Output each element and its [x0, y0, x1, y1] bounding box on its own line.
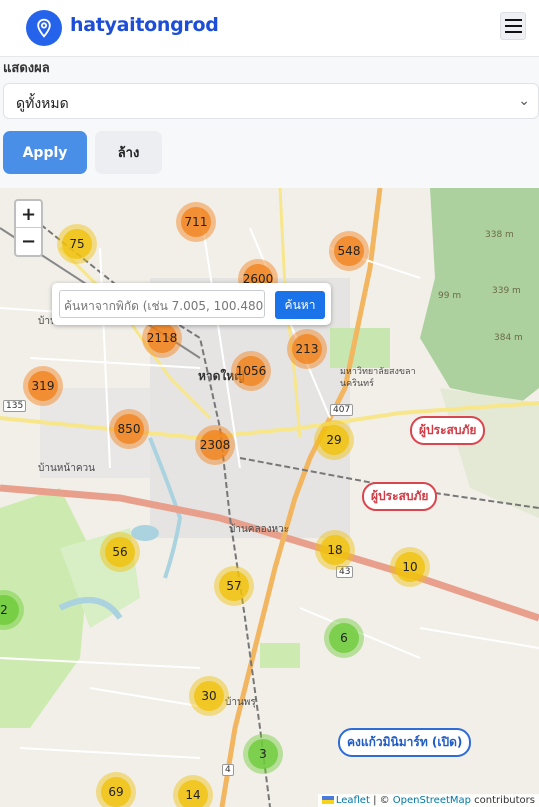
map-pin-icon[interactable] — [26, 10, 62, 46]
coordinate-search-input[interactable]: ค้นหาจากพิกัด (เช่น 7.005, 100.480) — [59, 290, 265, 318]
elevation-label: 339 m — [492, 286, 521, 296]
hamburger-menu-icon[interactable] — [500, 12, 526, 40]
cluster-count: 2118 — [147, 323, 177, 353]
elevation-label: 384 m — [494, 333, 523, 343]
marker-cluster[interactable]: 75 — [57, 224, 97, 264]
cluster-count: 14 — [178, 780, 208, 807]
cluster-count: 6 — [329, 623, 359, 653]
road-number-badge: 407 — [330, 404, 354, 416]
apply-button[interactable]: Apply — [3, 131, 87, 174]
attribution-suffix: contributors — [471, 795, 535, 806]
shop-marker[interactable]: คงแก้วมินิมาร์ท (เปิด) — [338, 728, 472, 757]
cluster-count: 10 — [395, 552, 425, 582]
zoom-in-button[interactable]: + — [16, 201, 41, 228]
marker-cluster[interactable]: 850 — [109, 409, 149, 449]
cluster-count: 69 — [101, 777, 131, 807]
map-label-ban-khlong-hae: บ้านคลองหวะ — [229, 524, 290, 535]
attribution-separator: | © — [369, 795, 393, 806]
marker-cluster[interactable]: 18 — [315, 530, 355, 570]
marker-cluster[interactable]: 69 — [96, 772, 136, 807]
cluster-count: 29 — [319, 425, 349, 455]
map-label-university: มหาวิทยาลัยสงขลานครินทร์ — [340, 367, 416, 389]
marker-cluster[interactable]: 6 — [324, 618, 364, 658]
elevation-label: 99 m — [438, 291, 462, 301]
marker-cluster[interactable]: 213 — [287, 329, 327, 369]
road-number-badge: 4 — [222, 764, 234, 776]
coordinate-search-box: ค้นหาจากพิกัด (เช่น 7.005, 100.480) ค้นห… — [52, 283, 331, 325]
brand-name[interactable]: hatyaitongrod — [70, 14, 219, 36]
app-header: hatyaitongrod — [0, 0, 539, 57]
cluster-count: 75 — [62, 229, 92, 259]
ukraine-flag-icon — [321, 796, 334, 804]
marker-cluster[interactable]: 319 — [23, 366, 63, 406]
marker-cluster[interactable]: 3 — [243, 734, 283, 774]
cluster-count: 30 — [194, 681, 224, 711]
cluster-count: 548 — [334, 236, 364, 266]
map-label-ban-na-kuan: บ้านหน้าควน — [38, 463, 95, 474]
map-label-ban-phru: บ้านพรุ — [225, 697, 256, 708]
cluster-count: 57 — [219, 571, 249, 601]
cluster-count: 711 — [181, 207, 211, 237]
road-number-badge: 135 — [3, 400, 27, 412]
zoom-out-button[interactable]: − — [16, 228, 41, 255]
osm-link[interactable]: OpenStreetMap — [393, 795, 471, 806]
marker-cluster[interactable]: 2308 — [195, 425, 235, 465]
marker-cluster[interactable]: 711 — [176, 202, 216, 242]
map-attribution: Leaflet | © OpenStreetMap contributors — [317, 794, 539, 807]
cluster-count: 2 — [0, 595, 19, 625]
victim-marker[interactable]: ผู้ประสบภัย — [362, 482, 438, 511]
leaflet-link[interactable]: Leaflet — [336, 795, 370, 806]
cluster-count: 1056 — [236, 356, 266, 386]
cluster-count: 3 — [248, 739, 278, 769]
chevron-down-icon: ⌄ — [518, 93, 530, 109]
cluster-count: 850 — [114, 414, 144, 444]
elevation-label: 338 m — [485, 230, 514, 240]
cluster-count: 213 — [292, 334, 322, 364]
cluster-count: 56 — [105, 537, 135, 567]
cluster-count: 319 — [28, 371, 58, 401]
cluster-count: 2308 — [200, 430, 230, 460]
display-filter-select[interactable]: ดูทั้งหมด ⌄ — [3, 83, 539, 119]
filter-label: แสดงผล — [3, 61, 50, 76]
marker-cluster[interactable]: 56 — [100, 532, 140, 572]
marker-cluster[interactable]: 29 — [314, 420, 354, 460]
cluster-count: 18 — [320, 535, 350, 565]
marker-cluster[interactable]: 10 — [390, 547, 430, 587]
filter-panel: แสดงผล ดูทั้งหมด ⌄ Apply ล้าง — [0, 57, 539, 188]
search-button[interactable]: ค้นหา — [275, 291, 325, 319]
clear-button[interactable]: ล้าง — [95, 131, 162, 174]
victim-marker[interactable]: ผู้ประสบภัย — [410, 416, 486, 445]
map-view[interactable]: หาดใหญ่ บ้านบางแฟน บ้านหน้าควน บ้านคลองห… — [0, 188, 539, 807]
marker-cluster[interactable]: 57 — [214, 566, 254, 606]
marker-cluster[interactable]: 30 — [189, 676, 229, 716]
select-value: ดูทั้งหมด — [16, 96, 69, 112]
zoom-control: + − — [14, 199, 43, 257]
marker-cluster[interactable]: 14 — [173, 775, 213, 807]
marker-cluster[interactable]: 548 — [329, 231, 369, 271]
marker-cluster[interactable]: 1056 — [231, 351, 271, 391]
